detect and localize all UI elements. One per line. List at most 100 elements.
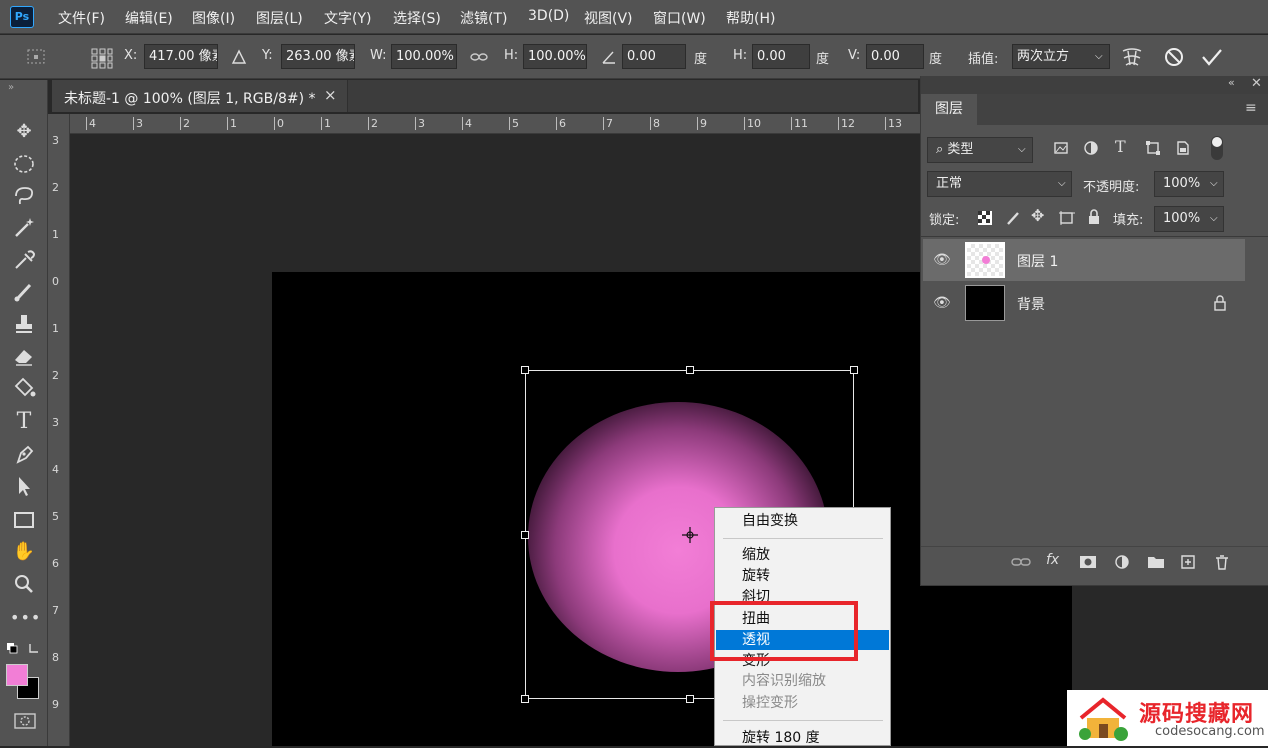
eyedropper-tool-icon[interactable] (10, 248, 38, 272)
tab-layers[interactable]: 图层 (921, 94, 977, 125)
fx-icon[interactable]: fx (1046, 552, 1059, 568)
delete-layer-icon[interactable] (1213, 554, 1231, 570)
move-tool-icon[interactable]: ✥ (10, 120, 38, 144)
paint-bucket-tool-icon[interactable] (10, 376, 38, 400)
y-position-input[interactable]: 263.00 像素 (281, 44, 355, 69)
collapse-arrows-icon[interactable]: » (8, 82, 14, 93)
height-scale-input[interactable]: 100.00% (523, 44, 587, 69)
ruler-tick-label: 2 (52, 369, 59, 382)
hand-tool-icon[interactable]: ✋ (10, 540, 38, 564)
layer-name[interactable]: 背景 (1017, 294, 1045, 314)
document-tab[interactable]: 未标题-1 @ 100% (图层 1, RGB/8#) * × (52, 80, 348, 112)
lock-transparent-pixels-icon[interactable] (977, 210, 993, 226)
ruler-tick-label: 8 (52, 651, 59, 664)
close-panel-icon[interactable]: ✕ (1251, 76, 1262, 91)
v-skew-input[interactable]: 0.00 (866, 44, 924, 69)
path-selection-tool-icon[interactable] (10, 474, 38, 498)
new-adjustment-layer-icon[interactable] (1114, 554, 1132, 570)
reference-point-icon[interactable] (90, 47, 114, 69)
relative-position-icon[interactable] (231, 49, 247, 65)
pen-tool-icon[interactable] (10, 442, 38, 466)
menu-type[interactable]: 文字(Y) (324, 8, 371, 28)
transform-handle-bottom-left[interactable] (521, 695, 529, 703)
new-layer-icon[interactable] (1179, 554, 1197, 570)
more-tools-icon[interactable]: ••• (10, 606, 40, 630)
eraser-tool-icon[interactable] (10, 344, 38, 368)
quick-mask-icon[interactable] (12, 712, 38, 730)
fill-input[interactable]: 100% ⌵ (1154, 206, 1224, 232)
menu-filter[interactable]: 滤镜(T) (460, 8, 507, 28)
menu-item-scale[interactable]: 缩放 (716, 545, 889, 565)
marquee-tool-icon[interactable] (10, 152, 38, 176)
width-scale-input[interactable]: 100.00% (391, 44, 457, 69)
menu-layer[interactable]: 图层(L) (256, 8, 303, 28)
transform-handle-top-right[interactable] (850, 366, 858, 374)
opacity-input[interactable]: 100% ⌵ (1154, 171, 1224, 197)
foreground-color-swatch[interactable] (6, 664, 28, 686)
ruler-tick-label: 4 (52, 463, 59, 476)
cancel-transform-icon[interactable] (1163, 46, 1185, 68)
w-label: W: (370, 48, 387, 63)
menu-window[interactable]: 窗口(W) (653, 8, 706, 28)
lock-artboard-icon[interactable] (1058, 210, 1076, 226)
transform-handle-top[interactable] (686, 366, 694, 374)
lasso-tool-icon[interactable] (10, 184, 38, 208)
menu-view[interactable]: 视图(V) (584, 8, 633, 28)
blend-mode-select[interactable]: 正常 ⌵ (927, 171, 1072, 197)
visibility-eye-icon[interactable]: 👁 (933, 295, 951, 311)
x-position-input[interactable]: 417.00 像素 (144, 44, 218, 69)
link-icon[interactable] (470, 50, 488, 64)
ruler-tick-label: 5 (509, 117, 519, 130)
menu-item-rotate[interactable]: 旋转 (716, 566, 889, 586)
document-title: 未标题-1 @ 100% (图层 1, RGB/8#) * (64, 91, 316, 107)
stamp-tool-icon[interactable] (10, 312, 38, 336)
collapse-panel-icon[interactable]: « (1228, 76, 1235, 89)
h-skew-input[interactable]: 0.00 (752, 44, 810, 69)
lock-image-pixels-icon[interactable] (1005, 210, 1021, 226)
commit-transform-icon[interactable] (1200, 46, 1224, 68)
warp-mode-icon[interactable] (1120, 46, 1144, 70)
transform-handle-top-left[interactable] (521, 366, 529, 374)
transform-handle-left[interactable] (521, 531, 529, 539)
new-group-icon[interactable] (1147, 554, 1165, 570)
brush-tool-icon[interactable] (10, 280, 38, 304)
layer-row-layer1[interactable]: 👁 图层 1 (923, 239, 1245, 281)
transform-tool-icon[interactable] (24, 47, 50, 67)
add-mask-icon[interactable] (1079, 554, 1097, 570)
filter-adjustment-icon[interactable] (1083, 140, 1099, 156)
type-tool-icon[interactable]: T (10, 410, 38, 434)
zoom-tool-icon[interactable] (10, 572, 38, 596)
interpolation-select[interactable]: 两次立方 ⌵ (1012, 44, 1110, 69)
menu-3d[interactable]: 3D(D) (528, 8, 569, 24)
default-colors-icon[interactable] (6, 642, 42, 656)
rectangle-tool-icon[interactable] (10, 508, 38, 532)
visibility-eye-icon[interactable]: 👁 (933, 252, 951, 268)
filter-type-icon[interactable]: T (1115, 137, 1126, 156)
lock-all-icon[interactable] (1087, 209, 1101, 225)
blend-mode-value: 正常 (936, 176, 963, 191)
layer-row-background[interactable]: 👁 背景 (923, 282, 1245, 324)
transform-center-icon[interactable] (681, 526, 699, 544)
menu-item-rotate-180[interactable]: 旋转 180 度 (716, 728, 889, 748)
document-tab-bar: 未标题-1 @ 100% (图层 1, RGB/8#) * × (52, 80, 918, 112)
link-layers-icon[interactable] (1011, 555, 1031, 569)
layer-name[interactable]: 图层 1 (1017, 251, 1058, 271)
menu-help[interactable]: 帮助(H) (726, 8, 775, 28)
magic-wand-tool-icon[interactable] (10, 216, 38, 240)
menu-item-free-transform[interactable]: 自由变换 (716, 511, 889, 531)
menu-image[interactable]: 图像(I) (192, 8, 235, 28)
layer-filter-select[interactable]: ⌕ 类型 ⌵ (927, 137, 1033, 163)
lock-position-icon[interactable]: ✥ (1031, 206, 1044, 225)
filter-toggle[interactable] (1211, 136, 1223, 160)
transform-handle-bottom[interactable] (686, 695, 694, 703)
rotation-angle-input[interactable]: 0.00 (622, 44, 686, 69)
menu-select[interactable]: 选择(S) (393, 8, 441, 28)
menu-file[interactable]: 文件(F) (58, 8, 105, 28)
panel-menu-icon[interactable]: ≡ (1245, 100, 1257, 116)
y-label: Y: (262, 48, 273, 63)
filter-pixel-icon[interactable] (1053, 140, 1069, 156)
menu-edit[interactable]: 编辑(E) (125, 8, 173, 28)
filter-smart-object-icon[interactable] (1175, 140, 1191, 156)
close-tab-icon[interactable]: × (324, 86, 337, 104)
filter-shape-icon[interactable] (1145, 140, 1161, 156)
